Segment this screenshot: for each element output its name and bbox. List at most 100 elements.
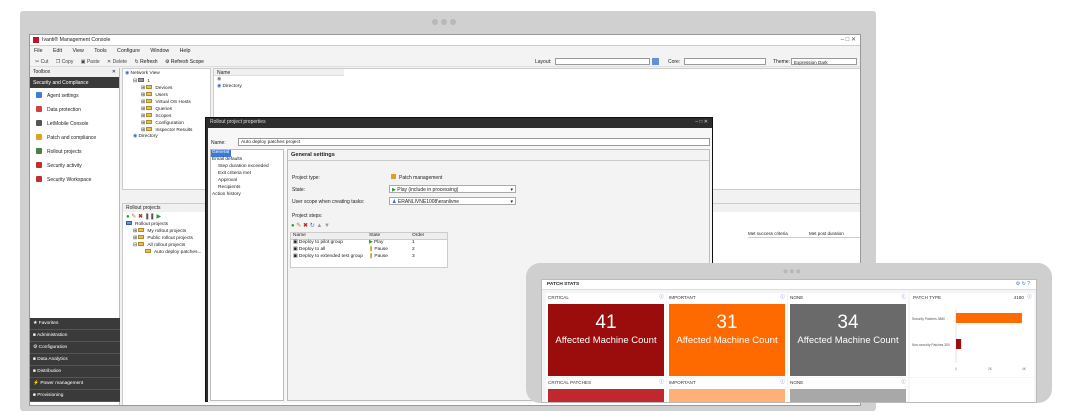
core-dropdown[interactable]	[684, 58, 766, 65]
layout-dropdown[interactable]	[555, 58, 650, 65]
dialog-controls[interactable]: – □ ✕	[695, 119, 708, 125]
info-icon[interactable]: ⓘ	[780, 294, 785, 300]
add-step-icon[interactable]: ●	[291, 223, 295, 229]
tree-root[interactable]: ⊟ 1	[125, 78, 208, 85]
tree-node-configuration[interactable]: ⊞ Configuration	[125, 120, 208, 127]
nav-action-history[interactable]: Action history	[211, 192, 283, 199]
menu-help[interactable]: Help	[180, 48, 191, 54]
rollout-columns: Met success criteria Met post duration	[748, 231, 860, 238]
tree-node-label: Directory	[138, 134, 158, 139]
dashboard-tools-icon[interactable]: ⚙ ↻ ?	[1016, 281, 1030, 287]
tile-label: Affected Machine Count	[797, 335, 899, 346]
edit-step-icon[interactable]: ✎	[296, 223, 301, 229]
tree-node-queries[interactable]: ⊞ Queries	[125, 106, 208, 113]
table-row[interactable]: ▣ Deploy to pilot group ▶ Play 1	[291, 240, 447, 247]
toolbox-item-security-activity[interactable]: Security activity	[30, 158, 119, 172]
nav-email-defaults[interactable]: Email defaults	[211, 157, 283, 164]
nav-administration[interactable]: ■ Administration	[30, 330, 120, 342]
refresh-button[interactable]: ↻ Refresh	[134, 59, 157, 65]
none-tile[interactable]: 34 Affected Machine Count	[790, 304, 906, 376]
category-label: Security Patches 3880	[912, 317, 945, 321]
refresh-step-icon[interactable]: ↻	[310, 223, 315, 229]
critical-tile[interactable]: 41 Affected Machine Count	[548, 304, 664, 376]
critical-patches-tile[interactable]	[548, 389, 664, 402]
state-value: Play (include in processing)	[397, 187, 459, 193]
toolbox-item-rollout-projects[interactable]: Rollout projects	[30, 144, 119, 158]
list-item[interactable]: ◉	[214, 77, 860, 84]
nav-configuration[interactable]: ⚙ Configuration	[30, 342, 120, 354]
toolbox-item-agent-settings[interactable]: Agent settings	[30, 88, 119, 102]
tree-node-virtual-os[interactable]: ⊞ Virtual OS Hosts	[125, 99, 208, 106]
save-layout-icon[interactable]	[652, 58, 659, 65]
window-controls[interactable]: – □ ✕	[841, 36, 856, 43]
info-icon[interactable]: ⓘ	[659, 379, 664, 385]
nav-exit-criteria[interactable]: Exit criteria met	[211, 171, 283, 178]
move-down-icon[interactable]: ▼	[324, 223, 330, 229]
edit-icon[interactable]: ✎	[131, 214, 136, 220]
refresh-scope-button[interactable]: ⚙ Refresh Scope	[165, 59, 204, 65]
move-up-icon[interactable]: ▲	[316, 223, 322, 229]
user-scope-dropdown[interactable]: ♟ ERANLIVNE1008\eranlivne ▾	[389, 197, 516, 205]
list-item[interactable]: ◉ Directory	[214, 84, 860, 91]
cut-button[interactable]: ✂ Cut	[35, 59, 48, 65]
menu-view[interactable]: View	[72, 48, 83, 54]
state-dropdown[interactable]: ▶ Play (include in processing) ▾	[389, 185, 516, 193]
pause-icon[interactable]: ❚❚	[145, 214, 155, 220]
important-tile[interactable]: 31 Affected Machine Count	[669, 304, 785, 376]
monitor-dots	[430, 19, 457, 27]
nav-data-analytics[interactable]: ■ Data Analytics	[30, 354, 120, 366]
network-view-label: Network View	[130, 71, 160, 76]
toolbox-item-letmobile[interactable]: LetMobile Console	[30, 116, 119, 130]
nav-step-duration[interactable]: Step duration exceeded	[211, 164, 283, 171]
nav-recipients[interactable]: Recipients	[211, 185, 283, 192]
menu-file[interactable]: File	[34, 48, 43, 54]
name-input[interactable]: Auto deploy patches project	[238, 138, 710, 146]
nav-power-management[interactable]: ⚡ Power management	[30, 378, 120, 390]
nav-provisioning[interactable]: ■ Provisioning	[30, 390, 120, 402]
nav-distribution[interactable]: ■ Distribution	[30, 366, 120, 378]
tree-node-devices[interactable]: ⊞ Devices	[125, 85, 208, 92]
nav-general[interactable]: General	[211, 150, 231, 157]
play-icon[interactable]: ▶	[156, 214, 161, 220]
tree-node-scopes[interactable]: ⊞ Scopes	[125, 113, 208, 120]
delete-icon[interactable]: ✖	[138, 214, 143, 220]
table-row[interactable]: ▣ Deploy to all ❚ Pause 2	[291, 247, 447, 254]
menu-tools[interactable]: Tools	[94, 48, 106, 54]
table-row[interactable]: ▣ Deploy to extended test group ❚ Pause …	[291, 254, 447, 261]
dialog-title: Rollout project properties	[210, 119, 266, 125]
info-icon[interactable]: ⓘ	[901, 294, 906, 300]
important-patches-tile[interactable]	[669, 389, 785, 402]
menu-configure[interactable]: Configure	[117, 48, 140, 54]
menu-window[interactable]: Window	[150, 48, 169, 54]
toolbox-item-patch-compliance[interactable]: Patch and compliance	[30, 130, 119, 144]
theme-dropdown[interactable]: Expression Dark	[791, 58, 857, 65]
delete-step-icon[interactable]: ✖	[303, 223, 308, 229]
nav-favorites[interactable]: ★ Favorites	[30, 318, 120, 330]
info-icon[interactable]: ⓘ	[1027, 294, 1032, 300]
info-icon[interactable]: ⓘ	[659, 294, 664, 300]
nav-approval[interactable]: Approval	[211, 178, 283, 185]
bar-non-security-patches[interactable]	[956, 339, 962, 349]
tree-node-directory[interactable]: ◉ Directory	[125, 134, 208, 141]
folder-icon	[146, 92, 153, 96]
delete-button[interactable]: ✕ Delete	[107, 59, 127, 65]
none-patches-tile[interactable]	[790, 389, 906, 402]
pin-close-icon[interactable]: ✕	[112, 69, 116, 75]
info-icon[interactable]: ⓘ	[901, 379, 906, 385]
copy-button[interactable]: ❐ Copy	[56, 59, 74, 65]
bar-security-patches[interactable]	[956, 313, 1022, 323]
toolbox-item-data-protection[interactable]: Data protection	[30, 102, 119, 116]
pause-icon: ❚	[369, 254, 374, 259]
tree-node-users[interactable]: ⊞ Users	[125, 92, 208, 99]
nav-label: Favorites	[38, 321, 59, 326]
step-name-text: Deploy to all	[298, 247, 326, 252]
card-header: CRITICAL	[548, 295, 569, 300]
toolbox-item-security-workspace[interactable]: Security Workspace	[30, 172, 119, 186]
add-icon[interactable]: ●	[126, 214, 130, 220]
tree-node-inspector[interactable]: ⊞ Inspector Results	[125, 127, 208, 134]
step-icon: ▣	[293, 254, 298, 259]
toolbox-group-security[interactable]: Security and Compliance	[30, 77, 119, 88]
info-icon[interactable]: ⓘ	[780, 379, 785, 385]
menu-edit[interactable]: Edit	[53, 48, 62, 54]
paste-button[interactable]: ▣ Paste	[81, 59, 100, 65]
